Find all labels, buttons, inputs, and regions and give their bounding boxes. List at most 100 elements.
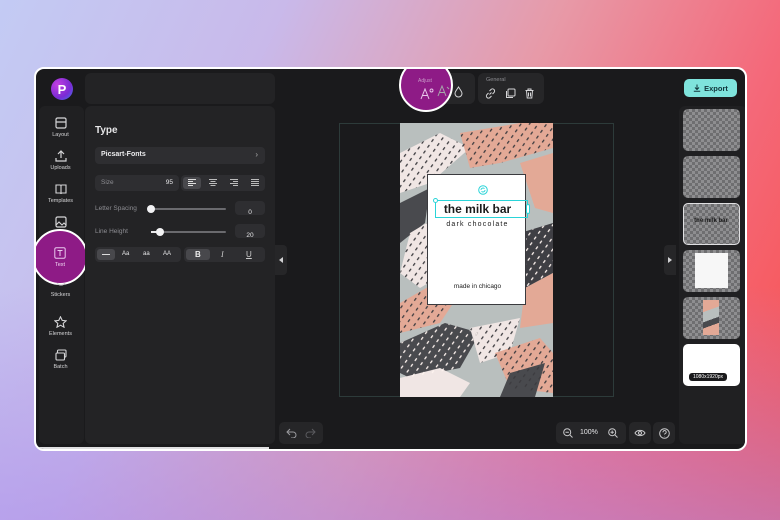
sidebar-item-label: Stickers (50, 292, 71, 298)
sidebar-item-layout[interactable]: Layout (36, 117, 85, 138)
layer-thumb-2[interactable] (683, 156, 740, 198)
sidebar-item-label: Elements (49, 331, 72, 337)
layer-text-preview: the milk bar (694, 218, 728, 224)
case-upper-button[interactable]: AA (163, 251, 171, 257)
layer-thumb-background[interactable]: 1080x1920px (683, 344, 740, 386)
line-height-field[interactable]: 20 (235, 224, 265, 239)
sidebar-item-label: Uploads (50, 165, 71, 171)
type-panel-title: Type (95, 125, 118, 136)
zoom-value[interactable]: 100% (580, 429, 598, 436)
card-subtitle: dark chocolate (446, 221, 509, 228)
font-selector[interactable]: Picsart-Fonts › (95, 147, 265, 164)
case-title-button[interactable]: Aa (122, 251, 129, 257)
layer-thumb-text[interactable]: the milk bar ··· (683, 203, 740, 245)
case-group: Aa aa AA (95, 247, 181, 262)
layer-pattern-preview (703, 300, 719, 335)
history-controls (279, 422, 323, 444)
align-group (181, 175, 265, 191)
chevron-right-icon: › (255, 150, 258, 159)
trash-icon[interactable] (524, 88, 535, 99)
layers-panel: the milk bar ··· 1080x1920px (679, 106, 745, 444)
sidebar-item-stickers[interactable]: Stickers (36, 283, 85, 298)
layer-thumb-1[interactable] (683, 109, 740, 151)
letter-spacing-field[interactable]: 0 (235, 201, 265, 216)
sidebar-item-elements[interactable]: Elements (36, 316, 85, 337)
batch-icon (54, 349, 67, 361)
more-icon[interactable]: ··· (730, 204, 736, 210)
export-button[interactable]: Export (684, 79, 737, 97)
adjust-label: Adjust (418, 78, 432, 84)
triangle-left-icon (279, 257, 283, 263)
collapse-right-handle[interactable] (664, 245, 676, 275)
zoom-in-icon[interactable] (608, 428, 618, 438)
logo-letter: P (57, 81, 67, 97)
text-icon (54, 246, 66, 259)
size-field[interactable]: Size 95 (95, 175, 179, 191)
sidebar-item-label: Text (54, 261, 66, 268)
book-icon (54, 184, 67, 195)
label-card[interactable]: the milk bar dark chocolate made in chic… (427, 174, 530, 305)
slider-thumb[interactable] (147, 205, 155, 213)
style-group: B I U (184, 247, 265, 262)
card-footer: made in chicago (453, 283, 502, 290)
eye-icon (634, 429, 646, 437)
size-value: 95 (165, 179, 173, 186)
sidebar-item-label: Batch (53, 364, 68, 370)
italic-button[interactable]: I (221, 250, 224, 259)
sidebar-item-batch[interactable]: Batch (36, 349, 85, 370)
sidebar-item-templates[interactable]: Templates (36, 183, 85, 204)
text-effect-icon[interactable] (437, 85, 450, 97)
layout-icon (54, 117, 67, 129)
export-label: Export (704, 83, 728, 93)
undo-icon[interactable] (286, 428, 297, 438)
general-label: General (486, 77, 506, 83)
align-justify-icon[interactable] (251, 179, 259, 186)
letter-spacing-label: Letter Spacing (95, 205, 137, 212)
triangle-right-icon (668, 257, 672, 263)
link-icon[interactable] (485, 88, 496, 99)
size-label: Size (101, 179, 114, 186)
align-left-icon (188, 179, 196, 186)
app-logo[interactable]: P (51, 78, 73, 100)
help-button[interactable] (653, 422, 675, 444)
duplicate-icon[interactable] (505, 88, 516, 99)
star-icon (54, 316, 67, 328)
text-tool-highlight[interactable]: Text (36, 229, 88, 285)
drop-icon[interactable] (454, 86, 463, 98)
sidebar-item-uploads[interactable]: Uploads (36, 150, 85, 171)
slider-thumb[interactable] (156, 228, 164, 236)
redo-icon[interactable] (305, 428, 316, 438)
header-panel (85, 73, 275, 104)
preview-button[interactable] (629, 422, 651, 444)
text-style-icon (420, 88, 434, 100)
case-lower-button[interactable]: aa (143, 251, 150, 257)
sidebar-item-label: Templates (47, 198, 74, 204)
line-height-label: Line Height (95, 228, 128, 235)
help-icon (658, 427, 670, 439)
upload-icon (54, 150, 67, 162)
size-badge: 1080x1920px (689, 373, 728, 381)
bold-label: B (195, 250, 201, 259)
line-height-value: 20 (246, 232, 254, 239)
image-icon (54, 216, 67, 228)
editor-window: P Layout Uploads Templates Text Stickers… (34, 67, 747, 451)
layer-thumb-card[interactable] (683, 250, 740, 292)
layer-thumb-pattern[interactable] (683, 297, 740, 339)
zoom-out-icon[interactable] (563, 428, 573, 438)
panel-footer-strip (39, 447, 269, 449)
align-center-icon[interactable] (209, 179, 217, 186)
dash-icon (102, 254, 110, 255)
letter-spacing-value: 0 (248, 209, 252, 216)
font-name: Picsart-Fonts (101, 151, 146, 158)
layer-card-preview (695, 253, 728, 288)
collapse-left-handle[interactable] (275, 245, 287, 275)
card-title: the milk bar (443, 202, 512, 216)
rotate-handle-icon[interactable] (478, 185, 488, 195)
zoom-controls: 100% (556, 422, 626, 444)
align-right-icon[interactable] (230, 179, 238, 186)
line-height-slider[interactable] (151, 228, 226, 236)
underline-button[interactable]: U (246, 250, 252, 259)
letter-spacing-slider[interactable] (147, 205, 226, 213)
download-icon (693, 84, 701, 92)
artboard[interactable]: the milk bar dark chocolate made in chic… (400, 123, 553, 397)
